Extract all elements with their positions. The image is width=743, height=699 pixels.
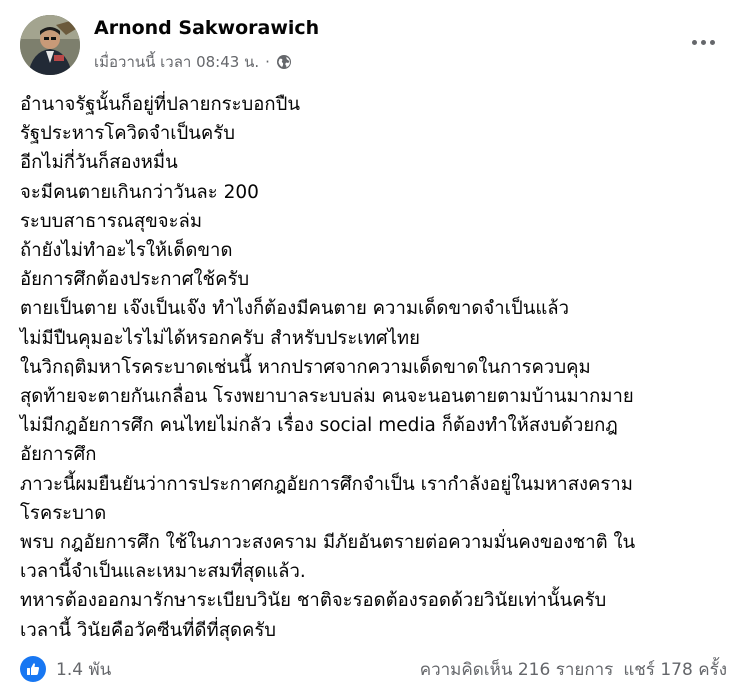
share-count[interactable]: แชร์ 178 ครั้ง (623, 656, 727, 683)
post-line: ระบบสาธารณสุขจะล่ม (20, 210, 203, 232)
post-line: ภาวะนี้ผมยืนยันว่าการประกาศกฎอัยการศึกจำ… (20, 473, 633, 495)
post-timestamp[interactable]: เมื่อวานนี้ เวลา 08:43 น. (94, 50, 259, 74)
post-line: ทหารต้องออกมารักษาระเบียบวินัย ชาติจะรอด… (20, 590, 607, 612)
post-line: เวลานี้จำเป็นและเหมาะสมที่สุดแล้ว. (20, 561, 306, 583)
post-line: อัยการศึก (20, 444, 97, 466)
post-body: อำนาจรัฐนั้นก็อยู่ที่ปลายกระบอกปืน รัฐปร… (20, 90, 732, 645)
post-line: ไม่มีปืนคุมอะไรไม่ได้หรอกครับ สำหรับประเ… (20, 327, 420, 349)
post-line: รัฐประหารโควิดจำเป็นครับ (20, 123, 235, 145)
more-options-icon[interactable] (685, 28, 721, 56)
author-name[interactable]: Arnond Sakworawich (94, 17, 319, 39)
post-line: จะมีคนตายเกินกว่าวันละ 200 (20, 181, 259, 203)
post-line: อีกไม่กี่วันก็สองหมื่น (20, 152, 178, 174)
post-line: พรบ กฎอัยการศึก ใช้ในภาวะสงคราม มีภัยอัน… (20, 532, 636, 554)
post-line: ตายเป็นตาย เจ๊งเป็นเจ๊ง ทำไงก็ต้องมีคนตา… (20, 298, 570, 320)
comment-count[interactable]: ความคิดเห็น 216 รายการ (420, 656, 614, 683)
meta-separator: · (265, 53, 270, 71)
facebook-post: Arnond Sakworawich เมื่อวานนี้ เวลา 08:4… (0, 0, 743, 699)
reaction-count[interactable]: 1.4 พัน (56, 656, 111, 683)
post-line: อำนาจรัฐนั้นก็อยู่ที่ปลายกระบอกปืน (20, 94, 300, 115)
avatar[interactable] (20, 15, 80, 75)
post-line: ในวิกฤติมหาโรคระบาดเช่นนี้ หากปราศจากควา… (20, 356, 591, 378)
post-line: โรคระบาด (20, 502, 107, 524)
post-line: เวลานี้ วินัยคือวัคซีนที่ดีที่สุดครับ (20, 619, 277, 641)
globe-icon[interactable] (276, 54, 292, 70)
post-line: ถ้ายังไม่ทำอะไรให้เด็ดขาด (20, 240, 233, 262)
avatar-photo (20, 15, 80, 75)
post-line: ไม่มีกฎอัยการศึก คนไทยไม่กลัว เรื่อง soc… (20, 415, 618, 437)
post-line: อัยการศึกต้องประกาศใช้ครับ (20, 269, 250, 291)
like-icon[interactable] (20, 656, 46, 682)
post-meta: เมื่อวานนี้ เวลา 08:43 น. · (94, 50, 292, 74)
post-line: สุดท้ายจะตายกันเกลื่อน โรงพยาบาลระบบล่ม … (20, 386, 634, 408)
post-footer: 1.4 พัน ความคิดเห็น 216 รายการ แชร์ 178 … (20, 652, 727, 686)
